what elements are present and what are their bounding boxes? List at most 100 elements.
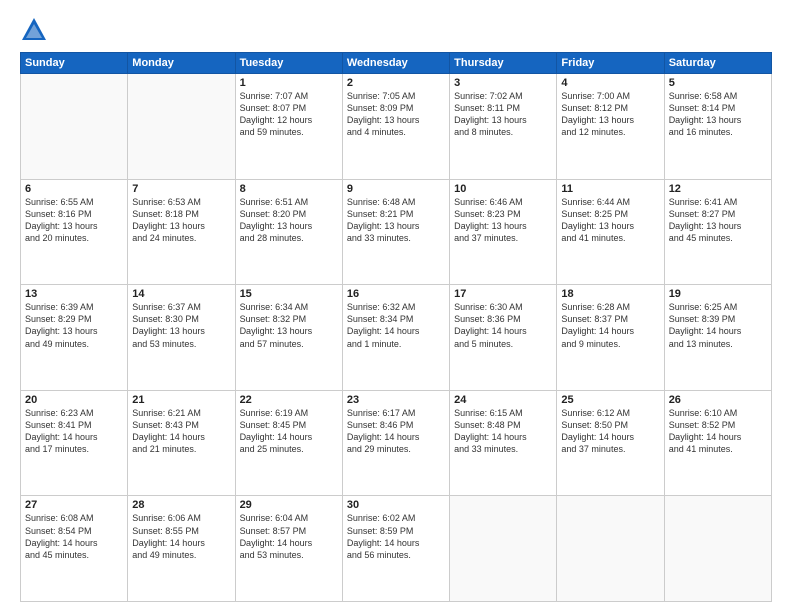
day-number: 5: [669, 77, 767, 89]
day-header-monday: Monday: [128, 53, 235, 74]
calendar-cell: 27Sunrise: 6:08 AM Sunset: 8:54 PM Dayli…: [21, 496, 128, 602]
day-header-saturday: Saturday: [664, 53, 771, 74]
day-number: 24: [454, 394, 552, 406]
day-info: Sunrise: 6:25 AM Sunset: 8:39 PM Dayligh…: [669, 301, 767, 350]
calendar-cell: 2Sunrise: 7:05 AM Sunset: 8:09 PM Daylig…: [342, 74, 449, 180]
day-info: Sunrise: 7:05 AM Sunset: 8:09 PM Dayligh…: [347, 90, 445, 139]
calendar-cell: 12Sunrise: 6:41 AM Sunset: 8:27 PM Dayli…: [664, 179, 771, 285]
calendar-cell: 13Sunrise: 6:39 AM Sunset: 8:29 PM Dayli…: [21, 285, 128, 391]
day-number: 21: [132, 394, 230, 406]
calendar-cell: 4Sunrise: 7:00 AM Sunset: 8:12 PM Daylig…: [557, 74, 664, 180]
day-header-sunday: Sunday: [21, 53, 128, 74]
calendar-cell: 24Sunrise: 6:15 AM Sunset: 8:48 PM Dayli…: [450, 390, 557, 496]
day-number: 16: [347, 288, 445, 300]
calendar-cell: [557, 496, 664, 602]
day-info: Sunrise: 7:02 AM Sunset: 8:11 PM Dayligh…: [454, 90, 552, 139]
day-number: 3: [454, 77, 552, 89]
day-number: 6: [25, 183, 123, 195]
day-number: 14: [132, 288, 230, 300]
day-info: Sunrise: 6:58 AM Sunset: 8:14 PM Dayligh…: [669, 90, 767, 139]
day-info: Sunrise: 6:15 AM Sunset: 8:48 PM Dayligh…: [454, 407, 552, 456]
day-number: 17: [454, 288, 552, 300]
calendar-cell: [21, 74, 128, 180]
day-info: Sunrise: 6:10 AM Sunset: 8:52 PM Dayligh…: [669, 407, 767, 456]
day-header-tuesday: Tuesday: [235, 53, 342, 74]
day-info: Sunrise: 7:07 AM Sunset: 8:07 PM Dayligh…: [240, 90, 338, 139]
header: [20, 16, 772, 44]
calendar-cell: 8Sunrise: 6:51 AM Sunset: 8:20 PM Daylig…: [235, 179, 342, 285]
calendar-cell: [450, 496, 557, 602]
day-info: Sunrise: 6:51 AM Sunset: 8:20 PM Dayligh…: [240, 196, 338, 245]
day-info: Sunrise: 6:32 AM Sunset: 8:34 PM Dayligh…: [347, 301, 445, 350]
day-info: Sunrise: 6:12 AM Sunset: 8:50 PM Dayligh…: [561, 407, 659, 456]
day-number: 8: [240, 183, 338, 195]
day-number: 9: [347, 183, 445, 195]
day-number: 29: [240, 499, 338, 511]
day-info: Sunrise: 6:37 AM Sunset: 8:30 PM Dayligh…: [132, 301, 230, 350]
calendar-header-row: SundayMondayTuesdayWednesdayThursdayFrid…: [21, 53, 772, 74]
day-info: Sunrise: 6:23 AM Sunset: 8:41 PM Dayligh…: [25, 407, 123, 456]
day-number: 19: [669, 288, 767, 300]
week-row-1: 1Sunrise: 7:07 AM Sunset: 8:07 PM Daylig…: [21, 74, 772, 180]
page: SundayMondayTuesdayWednesdayThursdayFrid…: [0, 0, 792, 612]
day-header-friday: Friday: [557, 53, 664, 74]
day-number: 1: [240, 77, 338, 89]
day-number: 13: [25, 288, 123, 300]
calendar-cell: [128, 74, 235, 180]
day-info: Sunrise: 6:28 AM Sunset: 8:37 PM Dayligh…: [561, 301, 659, 350]
day-number: 10: [454, 183, 552, 195]
day-number: 15: [240, 288, 338, 300]
day-info: Sunrise: 6:39 AM Sunset: 8:29 PM Dayligh…: [25, 301, 123, 350]
day-number: 23: [347, 394, 445, 406]
calendar-cell: 28Sunrise: 6:06 AM Sunset: 8:55 PM Dayli…: [128, 496, 235, 602]
calendar-cell: 29Sunrise: 6:04 AM Sunset: 8:57 PM Dayli…: [235, 496, 342, 602]
day-number: 12: [669, 183, 767, 195]
calendar-table: SundayMondayTuesdayWednesdayThursdayFrid…: [20, 52, 772, 602]
calendar-cell: 18Sunrise: 6:28 AM Sunset: 8:37 PM Dayli…: [557, 285, 664, 391]
week-row-4: 20Sunrise: 6:23 AM Sunset: 8:41 PM Dayli…: [21, 390, 772, 496]
calendar-cell: 16Sunrise: 6:32 AM Sunset: 8:34 PM Dayli…: [342, 285, 449, 391]
day-number: 4: [561, 77, 659, 89]
calendar-cell: 9Sunrise: 6:48 AM Sunset: 8:21 PM Daylig…: [342, 179, 449, 285]
calendar-cell: 21Sunrise: 6:21 AM Sunset: 8:43 PM Dayli…: [128, 390, 235, 496]
day-info: Sunrise: 6:41 AM Sunset: 8:27 PM Dayligh…: [669, 196, 767, 245]
day-number: 28: [132, 499, 230, 511]
calendar-cell: 22Sunrise: 6:19 AM Sunset: 8:45 PM Dayli…: [235, 390, 342, 496]
day-header-wednesday: Wednesday: [342, 53, 449, 74]
day-info: Sunrise: 6:02 AM Sunset: 8:59 PM Dayligh…: [347, 512, 445, 561]
calendar-cell: 10Sunrise: 6:46 AM Sunset: 8:23 PM Dayli…: [450, 179, 557, 285]
calendar-cell: 30Sunrise: 6:02 AM Sunset: 8:59 PM Dayli…: [342, 496, 449, 602]
day-number: 11: [561, 183, 659, 195]
calendar-cell: 15Sunrise: 6:34 AM Sunset: 8:32 PM Dayli…: [235, 285, 342, 391]
logo-icon: [20, 16, 48, 44]
day-number: 25: [561, 394, 659, 406]
day-info: Sunrise: 6:55 AM Sunset: 8:16 PM Dayligh…: [25, 196, 123, 245]
day-header-thursday: Thursday: [450, 53, 557, 74]
calendar-cell: 3Sunrise: 7:02 AM Sunset: 8:11 PM Daylig…: [450, 74, 557, 180]
calendar-cell: 5Sunrise: 6:58 AM Sunset: 8:14 PM Daylig…: [664, 74, 771, 180]
calendar-cell: 6Sunrise: 6:55 AM Sunset: 8:16 PM Daylig…: [21, 179, 128, 285]
week-row-5: 27Sunrise: 6:08 AM Sunset: 8:54 PM Dayli…: [21, 496, 772, 602]
day-info: Sunrise: 7:00 AM Sunset: 8:12 PM Dayligh…: [561, 90, 659, 139]
calendar-cell: 17Sunrise: 6:30 AM Sunset: 8:36 PM Dayli…: [450, 285, 557, 391]
day-info: Sunrise: 6:44 AM Sunset: 8:25 PM Dayligh…: [561, 196, 659, 245]
calendar-cell: 11Sunrise: 6:44 AM Sunset: 8:25 PM Dayli…: [557, 179, 664, 285]
day-info: Sunrise: 6:21 AM Sunset: 8:43 PM Dayligh…: [132, 407, 230, 456]
calendar-cell: 25Sunrise: 6:12 AM Sunset: 8:50 PM Dayli…: [557, 390, 664, 496]
day-info: Sunrise: 6:34 AM Sunset: 8:32 PM Dayligh…: [240, 301, 338, 350]
day-number: 27: [25, 499, 123, 511]
day-info: Sunrise: 6:08 AM Sunset: 8:54 PM Dayligh…: [25, 512, 123, 561]
calendar-cell: 1Sunrise: 7:07 AM Sunset: 8:07 PM Daylig…: [235, 74, 342, 180]
week-row-2: 6Sunrise: 6:55 AM Sunset: 8:16 PM Daylig…: [21, 179, 772, 285]
calendar-cell: 19Sunrise: 6:25 AM Sunset: 8:39 PM Dayli…: [664, 285, 771, 391]
day-info: Sunrise: 6:17 AM Sunset: 8:46 PM Dayligh…: [347, 407, 445, 456]
day-number: 30: [347, 499, 445, 511]
day-number: 7: [132, 183, 230, 195]
day-info: Sunrise: 6:53 AM Sunset: 8:18 PM Dayligh…: [132, 196, 230, 245]
day-number: 22: [240, 394, 338, 406]
day-info: Sunrise: 6:19 AM Sunset: 8:45 PM Dayligh…: [240, 407, 338, 456]
day-info: Sunrise: 6:04 AM Sunset: 8:57 PM Dayligh…: [240, 512, 338, 561]
day-info: Sunrise: 6:30 AM Sunset: 8:36 PM Dayligh…: [454, 301, 552, 350]
calendar-cell: 7Sunrise: 6:53 AM Sunset: 8:18 PM Daylig…: [128, 179, 235, 285]
calendar-cell: 14Sunrise: 6:37 AM Sunset: 8:30 PM Dayli…: [128, 285, 235, 391]
